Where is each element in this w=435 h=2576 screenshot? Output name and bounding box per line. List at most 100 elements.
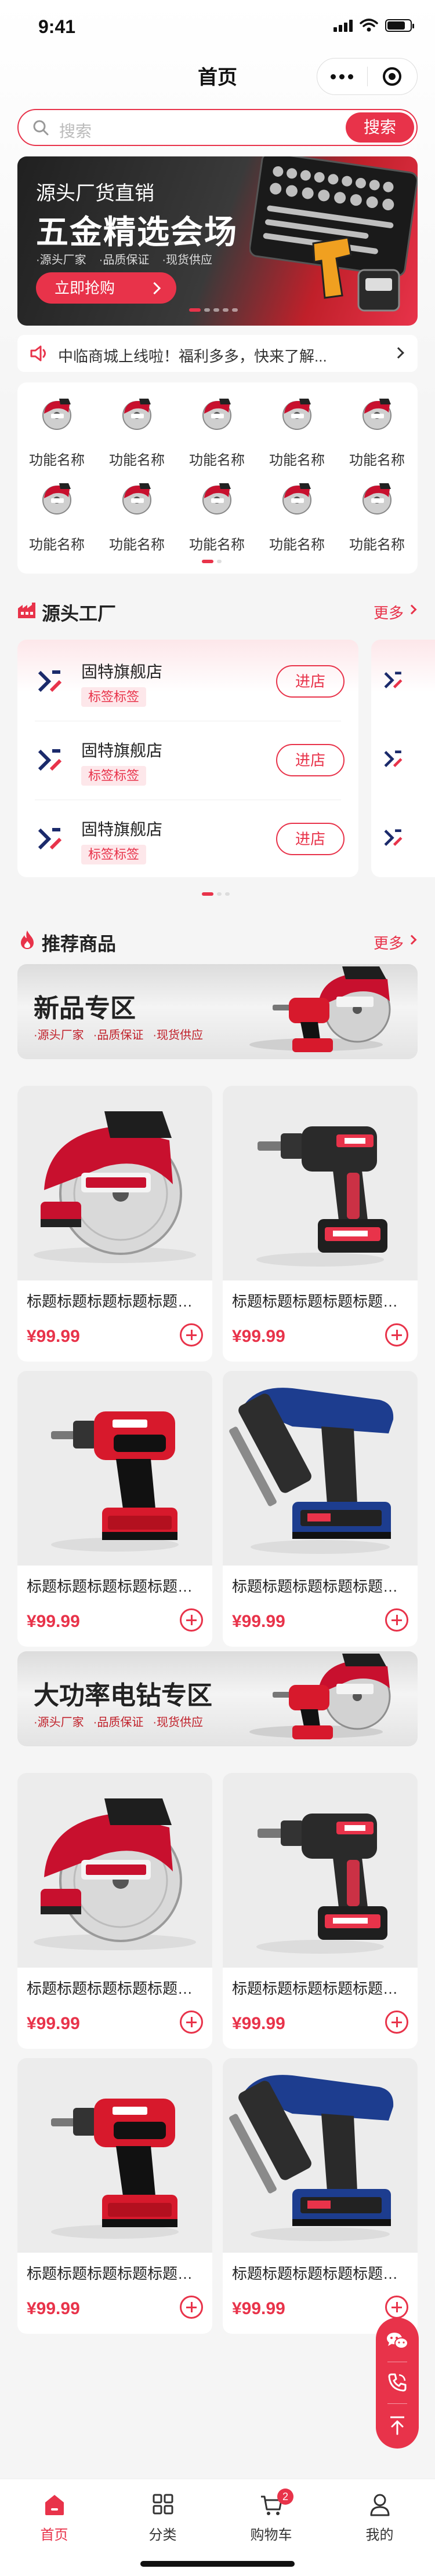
product-title: 标题标题标题标题标题标题标题	[27, 1980, 203, 1997]
zone-tag: ·品质保证	[93, 1716, 144, 1729]
search-input[interactable]: 搜索	[59, 119, 92, 142]
store-logo-icon	[35, 824, 65, 854]
product-image	[17, 2058, 212, 2253]
add-to-cart-icon[interactable]	[385, 1608, 408, 1632]
close-mini-program-button[interactable]	[368, 59, 418, 94]
store-tag: 标签标签	[81, 766, 147, 786]
function-icon	[122, 399, 151, 430]
add-to-cart-icon[interactable]	[180, 2296, 203, 2319]
store-logo-icon	[35, 666, 65, 696]
store-row[interactable]: 固特旗舰店 标签标签 进店	[17, 721, 358, 800]
add-to-cart-icon[interactable]	[180, 1608, 203, 1632]
function-item[interactable]: 功能名称	[260, 391, 334, 468]
enter-store-button[interactable]: 进店	[276, 744, 345, 776]
chat-button[interactable]	[376, 2325, 419, 2357]
function-item[interactable]: 功能名称	[180, 391, 254, 468]
product-price: ¥99.99	[27, 1327, 80, 1346]
zone-tag: ·源头厂家	[34, 1716, 84, 1729]
status-bar: 9:41	[0, 0, 435, 51]
product-card[interactable]: 标题标题标题标题标题标题标题 ¥99.99	[223, 1773, 418, 2049]
zone-title: 大功率电钻专区	[34, 1681, 212, 1710]
recommend-more-link[interactable]: 更多	[374, 932, 404, 953]
function-item[interactable]: 功能名称	[100, 391, 174, 468]
banner-cta-button[interactable]: 立即抢购	[36, 272, 176, 304]
phone-icon	[388, 2373, 407, 2392]
tab-category[interactable]: 分类	[108, 2490, 217, 2543]
search-bar[interactable]: 搜索 搜索	[17, 109, 418, 146]
enter-store-button[interactable]: 进店	[276, 665, 345, 698]
tab-profile[interactable]: 我的	[325, 2490, 434, 2543]
add-to-cart-icon[interactable]	[180, 2011, 203, 2034]
function-item[interactable]: 功能名称	[340, 391, 414, 468]
zone-tag: ·源头厂家	[34, 1029, 84, 1042]
promo-banner[interactable]: 源头厂货直销 五金精选会场 ·源头厂家 ·品质保证 ·现货供应 立即抢购	[17, 156, 418, 326]
function-item[interactable]: 功能名称	[340, 475, 414, 553]
product-image	[223, 2058, 418, 2253]
tab-label: 我的	[365, 2527, 394, 2543]
product-title: 标题标题标题标题标题标题标题	[232, 2265, 408, 2282]
store-name: 固特旗舰店	[81, 663, 163, 681]
product-card[interactable]: 标题标题标题标题标题标题标题 ¥99.99	[17, 1086, 212, 1362]
function-item[interactable]: 功能名称	[20, 391, 94, 468]
add-to-cart-icon[interactable]	[385, 2296, 408, 2319]
add-to-cart-icon[interactable]	[385, 2011, 408, 2034]
function-label: 功能名称	[109, 453, 165, 468]
product-card[interactable]: 标题标题标题标题标题标题标题 ¥99.99	[223, 1371, 418, 1647]
banner-tag: ·品质保证	[99, 254, 150, 267]
back-to-top-button[interactable]	[376, 2409, 419, 2442]
function-label: 功能名称	[109, 537, 165, 553]
chevron-right-icon	[393, 347, 404, 359]
status-icons	[334, 19, 414, 32]
product-image	[223, 1086, 418, 1280]
product-title: 标题标题标题标题标题标题标题	[232, 1578, 408, 1595]
function-icon	[202, 483, 231, 515]
product-image	[17, 1773, 212, 1968]
store-name: 固特旗舰店	[81, 820, 163, 838]
store-row[interactable]: 固特旗舰店 标签标签 进店	[17, 642, 358, 721]
function-label: 功能名称	[349, 453, 405, 468]
store-logo-icon	[384, 750, 403, 767]
more-options-button[interactable]	[317, 59, 367, 94]
zone-banner[interactable]: 新品专区 ·源头厂家 ·品质保证 ·现货供应	[17, 964, 418, 1059]
function-icon	[362, 399, 392, 430]
product-title: 标题标题标题标题标题标题标题	[27, 1578, 203, 1595]
function-icon	[42, 483, 71, 515]
search-icon	[33, 120, 49, 136]
function-label: 功能名称	[269, 537, 325, 553]
add-to-cart-icon[interactable]	[385, 1323, 408, 1347]
factory-more-link[interactable]: 更多	[374, 601, 404, 623]
function-item[interactable]: 功能名称	[180, 475, 254, 553]
product-card[interactable]: 标题标题标题标题标题标题标题 ¥99.99	[17, 1371, 212, 1647]
function-label: 功能名称	[29, 453, 85, 468]
zone-banner[interactable]: 大功率电钻专区 ·源头厂家 ·品质保证 ·现货供应	[17, 1651, 418, 1746]
flame-icon	[21, 931, 34, 949]
section-title: 源头工厂	[42, 603, 117, 624]
function-item[interactable]: 功能名称	[260, 475, 334, 553]
product-card[interactable]: 标题标题标题标题标题标题标题 ¥99.99	[223, 1086, 418, 1362]
product-card[interactable]: 标题标题标题标题标题标题标题 ¥99.99	[17, 1773, 212, 2049]
store-tag: 标签标签	[81, 845, 147, 864]
add-to-cart-icon[interactable]	[180, 1323, 203, 1347]
store-row[interactable]: 固特旗舰店标签标签 进店	[17, 800, 358, 878]
zone-tag: ·现货供应	[153, 1716, 204, 1729]
search-button[interactable]: 搜索	[346, 112, 414, 143]
product-card[interactable]: 标题标题标题标题标题标题标题 ¥99.99	[223, 2058, 418, 2334]
banner-tag: ·源头厂家	[36, 254, 86, 267]
tab-home[interactable]: 首页	[0, 2490, 108, 2543]
notice-bar[interactable]: 中临商城上线啦！福利多多，快来了解...	[17, 335, 418, 372]
function-item[interactable]: 功能名称	[20, 475, 94, 553]
socket-toolkit-image	[249, 156, 418, 312]
product-card[interactable]: 标题标题标题标题标题标题标题 ¥99.99	[17, 2058, 212, 2334]
tab-cart[interactable]: 2 购物车	[217, 2489, 325, 2543]
function-item[interactable]: 功能名称	[100, 475, 174, 553]
chevron-right-icon	[407, 935, 417, 945]
function-icon	[42, 399, 71, 430]
product-title: 标题标题标题标题标题标题标题	[27, 2265, 203, 2282]
next-factory-card-peek[interactable]	[371, 640, 435, 877]
arrow-up-icon	[390, 2416, 404, 2435]
enter-store-button[interactable]: 进店	[276, 823, 345, 855]
phone-button[interactable]	[376, 2366, 419, 2399]
banner-tags: ·源头厂家 ·品质保证 ·现货供应	[36, 250, 212, 267]
product-title: 标题标题标题标题标题标题标题	[232, 1980, 408, 1997]
tab-label: 分类	[148, 2527, 177, 2543]
